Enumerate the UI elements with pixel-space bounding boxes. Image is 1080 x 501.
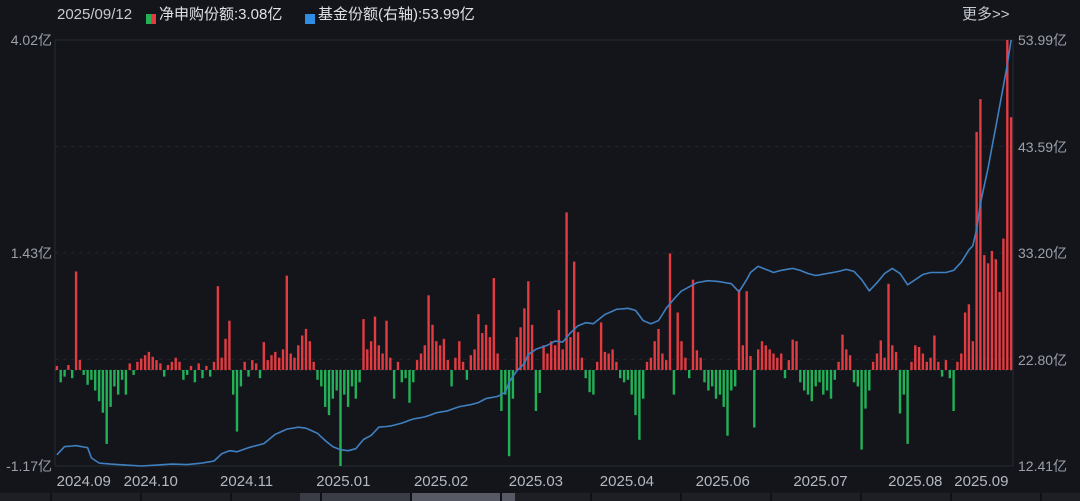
scrollbar-divider bbox=[1040, 493, 1042, 501]
right-axis-tick: 12.41亿 bbox=[1018, 459, 1067, 473]
left-axis-tick: -1.17亿 bbox=[2, 459, 52, 473]
x-axis-tick: 2025.08 bbox=[888, 474, 942, 489]
x-axis-tick: 2024.09 bbox=[57, 474, 111, 489]
scrollbar-divider bbox=[680, 493, 682, 501]
x-axis-tick: 2024.10 bbox=[124, 474, 178, 489]
scrollbar-segment bbox=[300, 493, 410, 501]
scrollbar-divider bbox=[860, 493, 862, 501]
x-axis-tick: 2025.04 bbox=[600, 474, 654, 489]
fund-chart-panel: 2025/09/12 净申购份额:3.08亿 基金份额(右轴):53.99亿 更… bbox=[0, 0, 1080, 501]
scrollbar-divider bbox=[410, 493, 412, 501]
right-axis-tick: 33.20亿 bbox=[1018, 246, 1067, 260]
plot-area[interactable] bbox=[55, 40, 1013, 466]
left-axis-tick: 4.02亿 bbox=[2, 33, 52, 47]
x-axis-tick: 2024.11 bbox=[220, 474, 273, 489]
x-axis-tick: 2025.01 bbox=[316, 474, 370, 489]
scrollbar-divider bbox=[50, 493, 52, 501]
right-axis-tick: 53.99亿 bbox=[1018, 33, 1067, 47]
scrollbar-divider bbox=[500, 493, 502, 501]
right-axis-tick: 43.59亿 bbox=[1018, 140, 1067, 154]
scrollbar-divider bbox=[590, 493, 592, 501]
chart-canvas bbox=[0, 0, 1080, 501]
bottom-scrollbar[interactable] bbox=[0, 493, 1080, 501]
x-axis-tick: 2025.03 bbox=[509, 474, 563, 489]
scrollbar-divider bbox=[230, 493, 232, 501]
left-axis-tick: 1.43亿 bbox=[2, 246, 52, 260]
x-axis-tick: 2025.06 bbox=[696, 474, 750, 489]
scrollbar-divider bbox=[320, 493, 322, 501]
x-axis-tick: 2025.07 bbox=[793, 474, 847, 489]
x-axis-tick: 2025.09 bbox=[954, 474, 1008, 489]
right-axis-tick: 22.80亿 bbox=[1018, 353, 1067, 367]
scrollbar-divider bbox=[140, 493, 142, 501]
scrollbar-divider bbox=[770, 493, 772, 501]
x-axis-tick: 2025.02 bbox=[414, 474, 468, 489]
scrollbar-divider bbox=[950, 493, 952, 501]
